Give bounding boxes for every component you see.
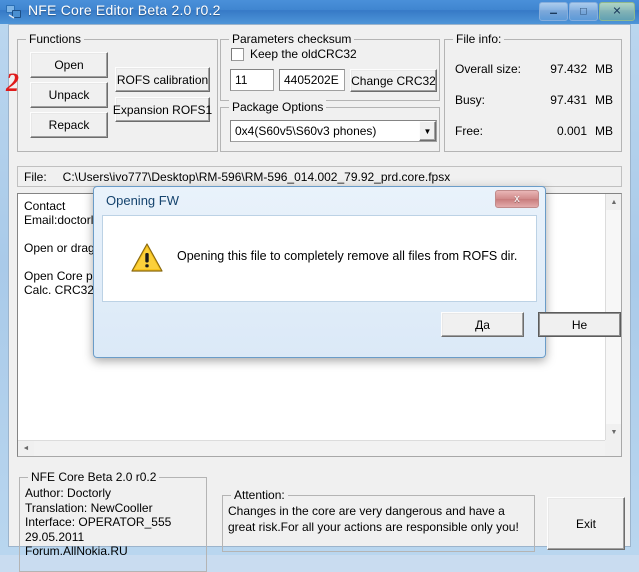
dialog-no-button[interactable]: Не: [538, 312, 621, 337]
attention-group-title: Attention:: [231, 488, 288, 502]
dialog-yes-label: Да: [475, 317, 490, 332]
overall-size-unit: MB: [595, 62, 613, 76]
busy-label: Busy:: [455, 93, 486, 107]
file-path-bar: File: C:\Users\ivo777\Desktop\RM-596\RM-…: [17, 166, 622, 187]
busy-value: 97.431: [550, 93, 587, 107]
scroll-down-icon[interactable]: ▼: [606, 424, 621, 440]
package-options-select[interactable]: 0x4(S60v5\S60v3 phones) ▼: [230, 120, 437, 142]
file-info-group: File info: Overall size: 97.432 MB Busy:…: [444, 32, 622, 152]
checkbox-box: [231, 47, 244, 61]
free-value: 0.001: [556, 124, 587, 138]
functions-group-title: Functions: [26, 32, 85, 46]
dialog-title: Opening FW: [106, 193, 179, 208]
dialog-body: Opening this file to completely remove a…: [102, 215, 537, 302]
open-button-label: Open: [54, 58, 84, 72]
warning-triangle-icon: [131, 243, 163, 272]
maximize-icon: □: [580, 5, 587, 17]
close-icon: ✕: [612, 5, 622, 17]
step-annotation-2: 2: [6, 68, 19, 97]
dialog-close-button[interactable]: x: [495, 190, 539, 208]
crc-field-1-value: 11: [235, 73, 248, 87]
rofs-calibration-label: ROFS calibration: [116, 72, 209, 87]
exit-button-label: Exit: [575, 516, 596, 531]
functions-group: Functions Open Unpack Repack ROFS calibr…: [17, 32, 218, 152]
minimize-button[interactable]: –: [539, 2, 568, 21]
dialog-close-icon: x: [514, 193, 520, 205]
attention-group: Attention: Changes in the core are very …: [222, 488, 535, 552]
chevron-down-icon[interactable]: ▼: [419, 121, 436, 141]
package-options-group: Package Options 0x4(S60v5\S60v3 phones) …: [220, 100, 440, 152]
parameters-checksum-group: Parameters checksum Keep the oldCRC32 11…: [220, 32, 440, 101]
dialog-no-label: Не: [571, 317, 588, 332]
free-unit: MB: [595, 124, 613, 138]
open-button[interactable]: Open: [30, 52, 108, 78]
about-text: Author: Doctorly Translation: NewCooller…: [25, 486, 172, 558]
repack-button[interactable]: Repack: [30, 112, 108, 138]
package-options-value: 0x4(S60v5\S60v3 phones): [235, 124, 377, 138]
dialog-yes-button[interactable]: Да: [441, 312, 524, 337]
keep-old-crc32-label: Keep the oldCRC32: [250, 47, 357, 61]
overall-size-label: Overall size:: [455, 62, 522, 76]
log-horizontal-scrollbar[interactable]: ◄: [18, 440, 605, 456]
maximize-button[interactable]: □: [569, 2, 598, 21]
application-window: NFE Core Editor Beta 2.0 r0.2 – □ ✕ Func…: [0, 0, 639, 572]
file-label: File:: [24, 169, 47, 184]
about-group-title: NFE Core Beta 2.0 r0.2: [28, 470, 160, 484]
expansion-rofs1-button[interactable]: Expansion ROFS1: [112, 97, 213, 122]
unpack-button-label: Unpack: [48, 88, 90, 102]
scrollbar-corner: [605, 440, 621, 456]
app-icon: [6, 4, 22, 20]
overall-size-value: 97.432: [550, 62, 587, 76]
crc-field-1[interactable]: 11: [230, 69, 274, 91]
window-title: NFE Core Editor Beta 2.0 r0.2: [28, 2, 221, 18]
expansion-rofs1-label: Expansion ROFS1: [112, 102, 213, 117]
crc-field-2-value: 4405202E: [284, 73, 339, 87]
opening-fw-dialog: Opening FW x Opening this file to comple…: [93, 186, 621, 358]
scroll-left-icon[interactable]: ◄: [18, 441, 34, 456]
close-button[interactable]: ✕: [599, 2, 635, 21]
dialog-titlebar: Opening FW x: [94, 187, 545, 215]
minimize-icon: –: [549, 3, 558, 20]
scroll-up-icon[interactable]: ▲: [606, 194, 621, 210]
busy-unit: MB: [595, 93, 613, 107]
rofs-calibration-button[interactable]: ROFS calibration: [115, 67, 210, 92]
change-crc32-label: Change CRC32: [351, 73, 436, 88]
package-options-title: Package Options: [229, 100, 327, 114]
repack-button-label: Repack: [48, 118, 90, 132]
exit-button[interactable]: Exit: [547, 497, 625, 550]
dialog-message: Opening this file to completely remove a…: [177, 249, 518, 263]
checksum-group-title: Parameters checksum: [229, 32, 355, 46]
file-path-value: C:\Users\ivo777\Desktop\RM-596\RM-596_01…: [62, 169, 451, 184]
keep-old-crc32-checkbox[interactable]: Keep the oldCRC32: [231, 47, 357, 61]
window-titlebar: NFE Core Editor Beta 2.0 r0.2 – □ ✕: [0, 0, 639, 24]
dialog-button-row: Да Не: [94, 300, 621, 357]
about-group: NFE Core Beta 2.0 r0.2 Author: Doctorly …: [19, 470, 207, 572]
free-label: Free:: [455, 124, 484, 138]
file-info-title: File info:: [453, 32, 505, 46]
crc-field-2[interactable]: 4405202E: [279, 69, 345, 91]
change-crc32-button[interactable]: Change CRC32: [350, 69, 437, 92]
attention-text: Changes in the core are very dangerous a…: [228, 504, 519, 534]
unpack-button[interactable]: Unpack: [30, 82, 108, 108]
window-controls: – □ ✕: [538, 2, 635, 22]
